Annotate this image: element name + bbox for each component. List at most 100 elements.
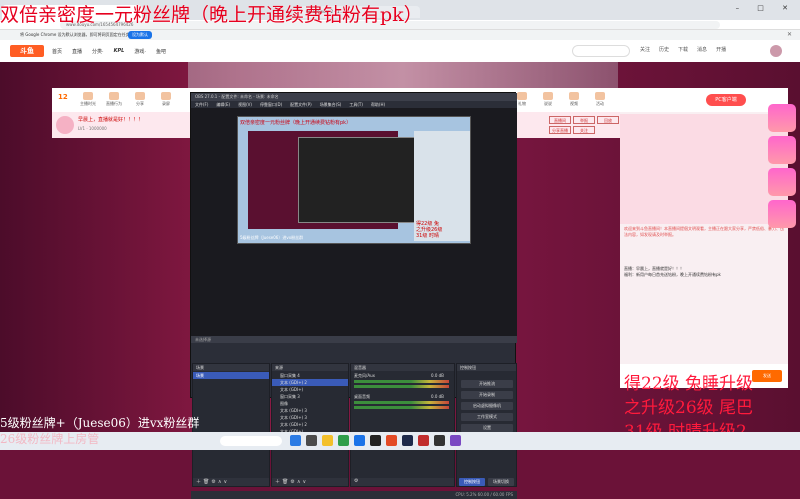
room-icon-0[interactable]: 主播时光	[78, 92, 98, 107]
transitions-tab[interactable]: 场景切换	[488, 478, 514, 486]
overlay-left-line-1: 5级粉丝牌+（Juese06）进vx粉丝群	[0, 416, 200, 430]
scenes-toolbar[interactable]: ＋🗑⚙∧∨	[193, 478, 269, 486]
menu-scene-collection[interactable]: 场景集合(S)	[320, 102, 342, 107]
nav-live[interactable]: 直播	[72, 48, 82, 55]
site-search-input[interactable]	[572, 45, 630, 57]
nav-games[interactable]: 游戏·	[134, 48, 146, 55]
settings-button[interactable]: 设置	[461, 424, 513, 432]
volume-meter	[354, 401, 449, 404]
default-browser-notice: 将 Google Chrome 设为默认浏览器，即可将网页固定在任务栏 设为默认…	[0, 30, 800, 40]
volume-slider[interactable]	[354, 385, 449, 388]
app-icon[interactable]	[386, 435, 397, 446]
scene-item[interactable]: 场景	[193, 372, 269, 379]
obs-statusbar: CPU: 5.2% 60.00 / 60.00 FPS	[191, 491, 517, 499]
overlay-left-line-2: 26级粉丝牌上房管	[0, 432, 100, 446]
mixer-toolbar[interactable]: ⚙	[351, 478, 454, 486]
mixer-channel-label: 麦克风/Aux	[354, 373, 375, 378]
app-icon[interactable]	[418, 435, 429, 446]
room-icon-2[interactable]: 分享	[130, 92, 150, 107]
steam-icon[interactable]	[402, 435, 413, 446]
volume-slider[interactable]	[354, 406, 449, 409]
preview-overlay-text: 得22级 兔 之升级26级 31级 时晴	[416, 221, 443, 239]
app-icon[interactable]	[434, 435, 445, 446]
send-button[interactable]: 发送	[752, 370, 782, 382]
site-header-icons: 关注 历史 下载 消息 开播	[640, 46, 726, 53]
nav-home[interactable]: 首页	[52, 48, 62, 55]
studio-mode-button[interactable]: 工作室模式	[461, 413, 513, 421]
site-logo[interactable]: 斗鱼	[10, 45, 44, 57]
menu-edit[interactable]: 编辑(E)	[216, 102, 230, 107]
mixer-channel-db: 0.0 dB	[431, 373, 444, 378]
gift-box-icon[interactable]	[768, 104, 796, 132]
file-explorer-icon[interactable]	[322, 435, 333, 446]
room-action-3[interactable]: 关注	[573, 126, 595, 134]
streamer-avatar[interactable]	[56, 116, 74, 134]
set-default-button[interactable]: 设为默认	[128, 31, 152, 39]
broadcast-icon[interactable]: 开播	[716, 46, 726, 53]
source-item[interactable]: 文本 (GDI+) 2	[272, 421, 348, 428]
windows-start-icon[interactable]	[290, 435, 301, 446]
gift-box-icon[interactable]	[768, 200, 796, 228]
controls-tab[interactable]: 控制按钮	[459, 478, 485, 486]
pc-client-button[interactable]: PC客户端	[706, 94, 746, 106]
chat-message-list: 直播：早晨上，直播就是好！！！ 福利：新用户每日首充送钻粉，晚上开通续费钻粉有p…	[624, 266, 784, 278]
chat-message: 福利：新用户每日首充送钻粉，晚上开通续费钻粉有pk	[624, 272, 721, 277]
room-action-2[interactable]: 分享直播	[549, 126, 571, 134]
room-icon-3[interactable]: 录屏	[156, 92, 176, 107]
obs-preview[interactable]: 双倍亲密度一元粉丝牌（晚上开通续费钻粉有pk） 5级粉丝牌（Juese06）进v…	[191, 108, 517, 336]
overlay-right-line: 得22级 兔睡升级	[624, 374, 754, 394]
scenes-dock-title: 场景	[193, 364, 269, 371]
task-view-icon[interactable]	[306, 435, 317, 446]
source-item[interactable]: 文本 (GDI+) 3	[272, 414, 348, 421]
room-title: 早晨上，直播就是好！！！！	[78, 117, 144, 123]
menu-tools[interactable]: 工具(T)	[349, 102, 363, 107]
edge-icon[interactable]	[354, 435, 365, 446]
room-icon-8[interactable]: 视频	[564, 92, 584, 107]
nav-kpl[interactable]: KPL	[114, 48, 125, 55]
mixer-channel-label: 桌面音频	[354, 394, 370, 399]
room-actions: 直播间 举报 分享直播 关注 回放	[515, 112, 620, 138]
room-icon-1[interactable]: 直播行为	[104, 92, 124, 107]
gift-box-icon[interactable]	[768, 136, 796, 164]
chrome-icon[interactable]	[338, 435, 349, 446]
room-icon-9[interactable]: 活动	[590, 92, 610, 107]
source-item[interactable]: 文本 (GDI+) 3	[272, 407, 348, 414]
menu-profile[interactable]: 配置文件(P)	[290, 102, 312, 107]
download-icon[interactable]: 下载	[678, 46, 688, 53]
obs-icon[interactable]	[370, 435, 381, 446]
close-icon[interactable]: ✕	[787, 31, 792, 38]
room-action-4[interactable]: 回放	[597, 116, 619, 124]
history-icon[interactable]: 历史	[659, 46, 669, 53]
user-avatar[interactable]	[770, 45, 782, 57]
message-icon[interactable]: 消息	[697, 46, 707, 53]
source-item[interactable]: 文本 (GDI+) 2	[272, 379, 348, 386]
mixer-channel-db: 0.0 dB	[431, 394, 444, 399]
taskbar-search[interactable]	[220, 436, 282, 446]
nav-category[interactable]: 分类·	[92, 48, 104, 55]
obs-window: OBS 27.0.1 - 配置文件: 未命名 - 场景: 未命名 文件(F) 编…	[190, 92, 517, 499]
sources-dock-title: 来源	[272, 364, 348, 371]
room-action-1[interactable]: 举报	[573, 116, 595, 124]
start-streaming-button[interactable]: 开始推流	[461, 380, 513, 388]
source-item[interactable]: 图像	[272, 400, 348, 407]
follow-icon[interactable]: 关注	[640, 46, 650, 53]
source-info-bar: 未选择源	[191, 336, 517, 343]
virtual-camera-button[interactable]: 启动虚拟摄像机	[461, 402, 513, 410]
source-item[interactable]: 窗口采集 4	[272, 372, 348, 379]
menu-help[interactable]: 帮助(H)	[371, 102, 385, 107]
room-title-bar: 早晨上，直播就是好！！！！ LV1 · 1000000	[52, 112, 192, 138]
app-icon[interactable]	[450, 435, 461, 446]
start-recording-button[interactable]: 开始录制	[461, 391, 513, 399]
gift-box-icon[interactable]	[768, 168, 796, 196]
room-icon-7[interactable]: 说说	[538, 92, 558, 107]
menu-file[interactable]: 文件(F)	[195, 102, 208, 107]
menu-docks[interactable]: 停靠窗口(D)	[260, 102, 282, 107]
window-controls[interactable]: – □ ✕	[736, 4, 796, 12]
sources-toolbar[interactable]: ＋🗑⚙∧∨	[272, 478, 348, 486]
room-action-0[interactable]: 直播间	[549, 116, 571, 124]
nav-fishbar[interactable]: 鱼吧	[156, 48, 166, 55]
source-item[interactable]: 窗口采集 3	[272, 393, 348, 400]
menu-view[interactable]: 视图(V)	[238, 102, 252, 107]
scenes-dock: 场景 场景 ＋🗑⚙∧∨	[192, 363, 270, 487]
source-item[interactable]: 文本 (GDI+)	[272, 386, 348, 393]
